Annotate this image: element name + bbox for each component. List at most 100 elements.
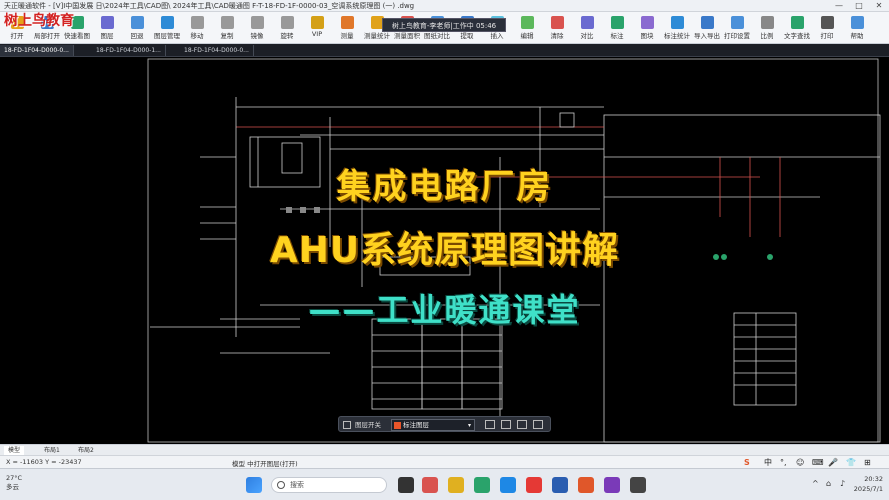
word-icon[interactable]: [552, 477, 568, 493]
layer-copy-icon[interactable]: [517, 420, 527, 429]
ime-punct[interactable]: °,: [780, 457, 787, 468]
app-dark-icon[interactable]: [630, 477, 646, 493]
toolbar-button-4[interactable]: 回退: [124, 14, 150, 42]
toolbar-icon-27: [820, 16, 834, 29]
weather-widget[interactable]: 27°C 多云: [6, 474, 22, 492]
toolbar-icon-17: [520, 16, 534, 29]
screen: 天正暖通软件 - [V]I中国发展 日\2024年工具\CAD图\ 2024年工…: [0, 0, 889, 500]
ime-lang[interactable]: 中: [764, 457, 772, 468]
layer-more-icon[interactable]: [533, 420, 543, 429]
layout-tab-1[interactable]: 布局1: [40, 446, 64, 455]
app-red-icon[interactable]: [526, 477, 542, 493]
layer-grid-icon[interactable]: [343, 421, 351, 429]
toolbar-button-22[interactable]: 标注统计: [664, 14, 690, 42]
toolbar-label: 测量: [340, 32, 354, 40]
toolbar-label: 编辑: [520, 32, 534, 40]
clock-date: 2025/7/1: [853, 485, 883, 493]
toolbar-icon-28: [850, 16, 864, 29]
layer-lock-icon[interactable]: [501, 420, 511, 429]
app-autocad-icon[interactable]: [422, 477, 438, 493]
title-bar: 天正暖通软件 - [V]I中国发展 日\2024年工具\CAD图\ 2024年工…: [0, 0, 889, 12]
tray-volume-icon[interactable]: ♪: [840, 479, 845, 488]
taskbar: 27°C 多云 搜索 ^ ⌂ ♪ 20:32 2025/7/1: [0, 468, 889, 500]
doc-tab-2[interactable]: 18-FD-1F04-D000-1...: [92, 45, 166, 56]
toolbar-icon-6: [190, 16, 204, 29]
tray-chevron-icon[interactable]: ^: [812, 479, 819, 488]
toolbar-button-10[interactable]: VIP: [304, 14, 330, 42]
clock-time: 20:32: [864, 475, 883, 483]
file-explorer-icon[interactable]: [448, 477, 464, 493]
toolbar-icon-18: [550, 16, 564, 29]
headline-subtitle: AHU系统原理图讲解: [269, 230, 620, 271]
toolbar-label: 回退: [130, 32, 144, 40]
toolbar-label: 帮助: [850, 32, 864, 40]
toolbar-icon-9: [280, 16, 294, 29]
ime-keyboard-icon[interactable]: ⌨: [812, 457, 824, 468]
toolbar-icon-23: [700, 16, 714, 29]
ime-skin-icon[interactable]: 👕: [846, 457, 856, 468]
toolbar-label: 对比: [580, 32, 594, 40]
toolbar-button-9[interactable]: 旋转: [274, 14, 300, 42]
toolbar-icon-11: [340, 16, 354, 29]
layout-tab-2[interactable]: 布局2: [74, 446, 98, 455]
toolbar-button-3[interactable]: 图层: [94, 14, 120, 42]
toolbar-button-28[interactable]: 帮助: [844, 14, 870, 42]
toolbar-button-8[interactable]: 镜像: [244, 14, 270, 42]
layout-tab-model[interactable]: 模型: [4, 446, 25, 455]
doc-tab-1[interactable]: 18-FD-1F04-D000-0...: [0, 45, 74, 56]
toolbar-button-26[interactable]: 文字查找: [784, 14, 810, 42]
toolbar-label: 比例: [760, 32, 774, 40]
start-windows-icon[interactable]: [246, 477, 262, 493]
search-icon: [277, 481, 285, 489]
toolbar-button-20[interactable]: 标注: [604, 14, 630, 42]
toolbar-label: 标注: [610, 32, 624, 40]
status-mode: 模型 中打开图层(打开): [232, 460, 298, 468]
toolbar-button-6[interactable]: 移动: [184, 14, 210, 42]
minimize-icon[interactable]: —: [829, 0, 849, 12]
ime-mic-icon[interactable]: 🎤: [828, 457, 838, 468]
maximize-icon[interactable]: □: [849, 0, 869, 12]
toolbar-label: 快速看图: [64, 32, 90, 40]
system-clock[interactable]: 20:32 2025/7/1: [854, 474, 883, 494]
toolbar-button-23[interactable]: 导入导出: [694, 14, 720, 42]
layer-switch-label[interactable]: 图层开关: [355, 420, 381, 430]
drawing-canvas[interactable]: 集成电路厂房 AHU系统原理图讲解 ——工业暖通课堂: [0, 57, 889, 444]
taskview-icon[interactable]: [398, 477, 414, 493]
toolbar-icon-21: [640, 16, 654, 29]
toolbar-label: 旋转: [280, 32, 294, 40]
layer-select[interactable]: 标注图层 ▾: [391, 419, 475, 431]
toolbar-button-18[interactable]: 清除: [544, 14, 570, 42]
app-orange-icon[interactable]: [578, 477, 594, 493]
toolbar-button-19[interactable]: 对比: [574, 14, 600, 42]
toolbar-button-27[interactable]: 打印: [814, 14, 840, 42]
app-purple-icon[interactable]: [604, 477, 620, 493]
toolbar-icon-4: [130, 16, 144, 29]
toolbar-button-11[interactable]: 测量: [334, 14, 360, 42]
toolbar-label: 图层管理: [154, 32, 180, 40]
toolbar-label: 移动: [190, 32, 204, 40]
toolbar-label: 标注统计: [664, 32, 690, 40]
toolbar-button-7[interactable]: 复制: [214, 14, 240, 42]
toolbar-label: 清除: [550, 32, 564, 40]
toolbar-button-17[interactable]: 编辑: [514, 14, 540, 42]
ime-menu-icon[interactable]: ⊞: [864, 457, 871, 468]
ime-sogou-icon[interactable]: S: [744, 457, 750, 468]
toolbar-button-21[interactable]: 图块: [634, 14, 660, 42]
close-icon[interactable]: ✕: [869, 0, 889, 12]
ime-emoji-icon[interactable]: ☺: [796, 457, 804, 468]
toolbar-button-24[interactable]: 打印设置: [724, 14, 750, 42]
toolbar-label: 打印: [820, 32, 834, 40]
doc-tab-3[interactable]: 18-FD-1F04-D000-0...: [180, 45, 254, 56]
status-bar: X = -11603 Y = -23437 模型 中打开图层(打开) S 中 °…: [0, 455, 889, 468]
taskbar-search[interactable]: 搜索: [271, 477, 387, 493]
toolbar-label: 导入导出: [694, 32, 720, 40]
tray-network-icon[interactable]: ⌂: [826, 479, 831, 488]
edge-browser-icon[interactable]: [500, 477, 516, 493]
app-green-icon[interactable]: [474, 477, 490, 493]
headline-tagline: ——工业暖通课堂: [308, 291, 581, 329]
toolbar-button-25[interactable]: 比例: [754, 14, 780, 42]
layer-edit-icon[interactable]: [485, 420, 495, 429]
toolbar-icon-8: [250, 16, 264, 29]
layer-color-swatch: [394, 422, 401, 429]
toolbar-button-5[interactable]: 图层管理: [154, 14, 180, 42]
